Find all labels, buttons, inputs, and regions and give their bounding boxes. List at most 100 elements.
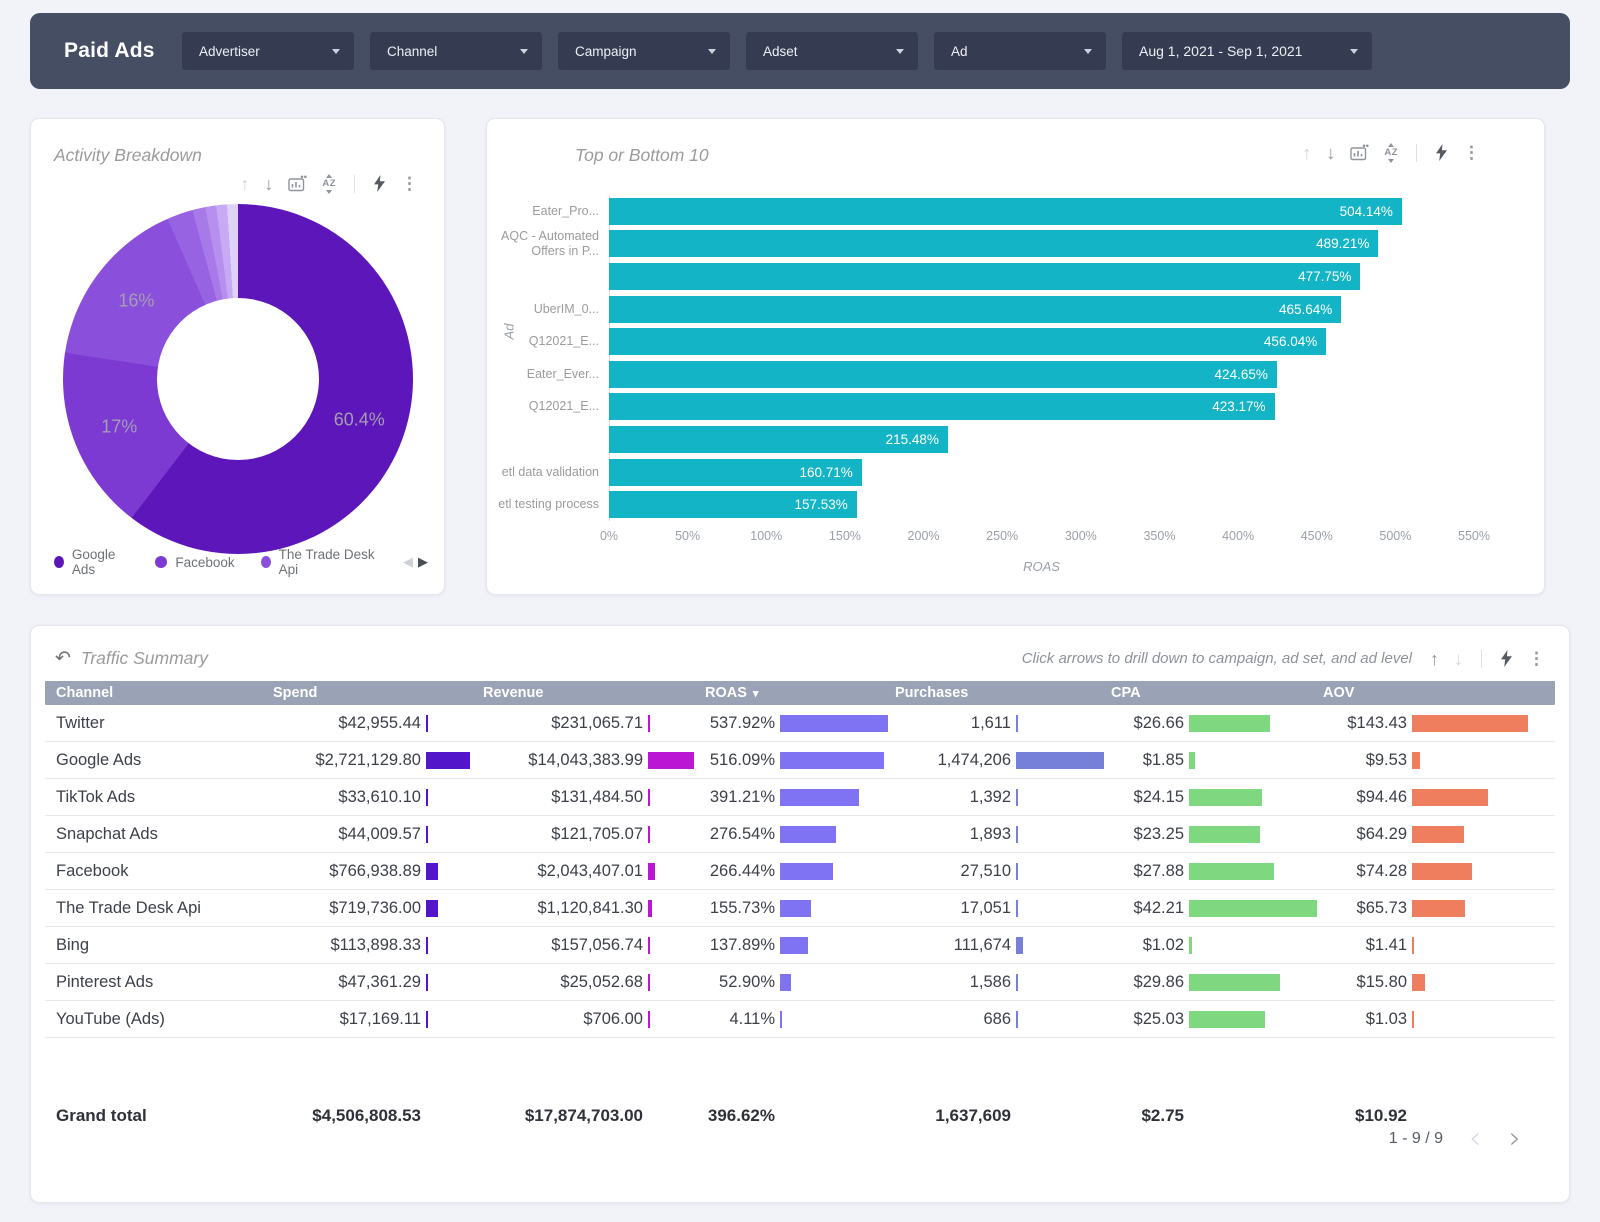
roas-cell: 516.09% [703,751,893,770]
revenue-cell: $1,120,841.30 [481,899,703,918]
filter-dropdown-channel[interactable]: Channel [370,32,542,70]
legend-prev-icon[interactable]: ◀ [403,554,413,570]
sort-az-icon[interactable]: AZ [322,174,336,194]
aov-value: $1.41 [1321,936,1409,955]
lightning-icon[interactable] [1435,144,1448,161]
legend-next-icon[interactable]: ▶ [418,554,428,570]
roas-bar [780,715,888,732]
kebab-menu-icon[interactable]: ⋮ [401,175,418,192]
filter-dropdown-adset[interactable]: Adset [746,32,918,70]
bar-category-label: etl data validation [487,465,599,480]
spend-value: $2,721,129.80 [271,751,423,770]
bar-row: 477.75% [609,260,1544,293]
revenue-bar-box [645,826,703,843]
column-header-cpa[interactable]: CPA [1109,685,1321,701]
column-header-purchases[interactable]: Purchases [893,685,1109,701]
undo-icon[interactable]: ↶ [55,649,71,668]
bar[interactable]: 504.14% [609,198,1402,225]
bar[interactable]: 477.75% [609,263,1360,290]
bar-category-text: etl data validation [502,465,599,479]
revenue-value: $25,052.68 [481,973,645,992]
bar-row: 215.48% [609,423,1544,456]
column-header-revenue[interactable]: Revenue [481,685,703,701]
revenue-cell: $706.00 [481,1010,703,1029]
roas-bar-box [777,900,893,917]
roas-value: 266.44% [703,862,777,881]
bar-category-text: Q12021_E... [529,334,599,348]
bar[interactable]: 424.65% [609,361,1277,388]
y-axis-title: Ad [501,324,516,340]
donut-chart[interactable]: 60.4%17%16% [63,204,413,554]
roas-cell: 537.92% [703,714,893,733]
chevron-down-icon [708,49,716,54]
date-range-dropdown[interactable]: Aug 1, 2021 - Sep 1, 2021 [1122,32,1372,70]
channel-cell: Facebook [45,862,271,881]
roas-bar-box [777,863,893,880]
bar[interactable]: 465.64% [609,296,1341,323]
kebab-menu-icon[interactable]: ⋮ [1463,144,1480,161]
filter-dropdown-ad[interactable]: Ad [934,32,1106,70]
aov-cell: $1.03 [1321,1010,1555,1029]
purchases-cell: 1,392 [893,788,1109,807]
x-tick-label: 550% [1458,529,1490,543]
spend-bar [426,715,428,732]
spend-bar-box [423,974,481,991]
donut-slice-label: 60.4% [334,410,385,431]
bar[interactable]: 215.48% [609,426,948,453]
bar[interactable]: 456.04% [609,328,1326,355]
legend-label: Google Ads [72,547,130,577]
donut-hole [157,298,319,460]
purchases-bar [1016,789,1018,806]
legend-item[interactable]: The Trade Desk Api [261,547,377,577]
legend-item[interactable]: Facebook [155,547,234,577]
column-header-channel[interactable]: Channel [45,685,271,701]
arrow-down-icon[interactable]: ↓ [1326,144,1335,162]
arrow-down-icon[interactable]: ↓ [1454,650,1463,668]
column-header-label: Revenue [483,685,543,701]
roas-value: 537.92% [703,714,777,733]
spend-cell: $42,955.44 [271,714,481,733]
purchases-cell: 1,474,206 [893,751,1109,770]
legend-item[interactable]: Google Ads [54,547,129,577]
channel-cell: Snapchat Ads [45,825,271,844]
roas-cell: 155.73% [703,899,893,918]
lightning-icon[interactable] [373,175,386,192]
x-tick-label: 500% [1379,529,1411,543]
arrow-up-icon[interactable]: ↑ [1430,650,1439,668]
spend-value: $44,009.57 [271,825,423,844]
aov-bar [1412,863,1472,880]
arrow-up-icon[interactable]: ↑ [240,175,249,193]
revenue-bar-box [645,937,703,954]
aov-cell: $9.53 [1321,751,1555,770]
bar[interactable]: 160.71% [609,459,862,486]
x-tick-label: 200% [908,529,940,543]
column-header-aov[interactable]: AOV [1321,685,1555,701]
purchases-bar-box [1013,863,1109,880]
aov-cell: $15.80 [1321,973,1555,992]
column-header-roas[interactable]: ROAS▾ [703,685,893,701]
purchases-cell: 1,893 [893,825,1109,844]
roas-bar [780,937,808,954]
roas-value: 276.54% [703,825,777,844]
cpa-value: $26.66 [1109,714,1186,733]
page-prev-icon[interactable]: ‹ [1469,1128,1481,1150]
filter-dropdown-campaign[interactable]: Campaign [558,32,730,70]
bar[interactable]: 157.53% [609,491,857,518]
sort-az-icon[interactable]: AZ [1384,143,1398,163]
page-next-icon[interactable]: › [1509,1128,1521,1150]
column-header-spend[interactable]: Spend [271,685,481,701]
grand-total-revenue: $17,874,703.00 [481,1106,703,1126]
grand-total-aov-value: $10.92 [1321,1106,1409,1126]
chart-settings-icon[interactable] [1350,144,1369,161]
lightning-icon[interactable] [1500,650,1513,667]
bar[interactable]: 489.21% [609,230,1378,257]
aov-bar [1412,752,1420,769]
arrow-down-icon[interactable]: ↓ [264,175,273,193]
filter-dropdown-advertiser[interactable]: Advertiser [182,32,354,70]
chart-settings-icon[interactable] [288,175,307,192]
arrow-up-icon[interactable]: ↑ [1302,144,1311,162]
channel-cell: The Trade Desk Api [45,899,271,918]
spend-bar [426,937,428,954]
kebab-menu-icon[interactable]: ⋮ [1528,650,1545,667]
bar[interactable]: 423.17% [609,393,1275,420]
